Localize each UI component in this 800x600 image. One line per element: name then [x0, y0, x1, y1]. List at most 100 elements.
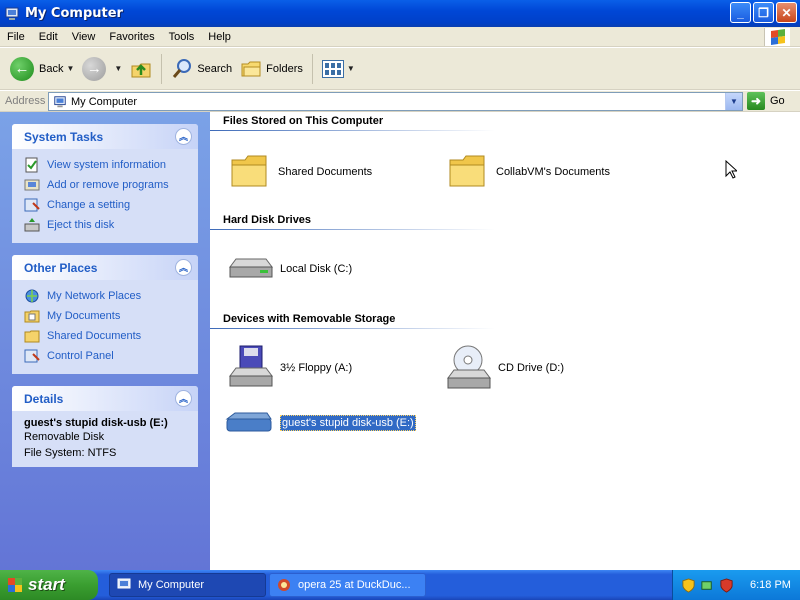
details-item-name: guest's stupid disk-usb (E:) [24, 417, 168, 429]
details-header[interactable]: Details ︽ [12, 386, 198, 411]
control-panel-icon [24, 198, 40, 212]
item-label: 3½ Floppy (A:) [280, 362, 353, 374]
removable-disk-icon [225, 412, 272, 432]
cd-drive-icon [447, 345, 491, 389]
task-eject-disk[interactable]: Eject this disk [24, 215, 190, 235]
item-label: guest's stupid disk-usb (E:) [280, 415, 416, 431]
start-button[interactable]: start [0, 570, 98, 600]
task-label: View system information [47, 159, 167, 171]
views-icon [321, 59, 344, 78]
back-label: Back [39, 62, 64, 75]
item-shared-documents[interactable]: Shared Documents [228, 150, 372, 194]
taskbar-item-opera[interactable]: opera 25 at DuckDuc... [269, 573, 426, 597]
item-local-disk-c[interactable]: Local Disk (C:) [226, 247, 352, 291]
item-usb-disk-e[interactable]: guest's stupid disk-usb (E:) [224, 407, 416, 439]
chevron-down-icon[interactable]: ▼ [66, 64, 74, 73]
other-places-title: Other Places [24, 260, 98, 275]
group-divider [210, 229, 495, 230]
views-button[interactable]: ▼ [318, 52, 359, 86]
item-cd-drive-d[interactable]: CD Drive (D:) [444, 344, 564, 392]
taskbar: start My Computer opera 25 at DuckDuc...… [0, 570, 800, 600]
system-info-icon [25, 157, 38, 173]
go-label: Go [770, 95, 785, 107]
toolbar-separator [311, 53, 313, 84]
item-collabvm-documents[interactable]: CollabVM's Documents [446, 150, 610, 194]
address-input[interactable]: My Computer ▼ [48, 92, 743, 111]
back-arrow-icon: ← [10, 56, 34, 81]
add-remove-programs-icon [24, 179, 40, 191]
place-my-documents[interactable]: My Documents [24, 306, 190, 326]
collapse-icon[interactable]: ︽ [175, 390, 192, 407]
menu-favorites[interactable]: Favorites [102, 27, 161, 47]
maximize-button[interactable]: ❐ [753, 2, 774, 23]
network-places-icon [25, 289, 39, 303]
task-view-system-information[interactable]: View system information [24, 155, 190, 175]
windows-logo-icon [8, 578, 22, 592]
search-label: Search [197, 62, 233, 75]
task-change-setting[interactable]: Change a setting [24, 195, 190, 215]
my-computer-icon [5, 7, 19, 20]
collapse-icon[interactable]: ︽ [175, 259, 192, 276]
system-tray: 6:18 PM [672, 570, 800, 600]
security-shield-icon[interactable] [681, 577, 696, 593]
menu-edit[interactable]: Edit [32, 27, 65, 47]
go-arrow-icon: ➜ [747, 92, 765, 110]
forward-button[interactable]: → ▼ [78, 52, 126, 86]
clock[interactable]: 6:18 PM [750, 579, 791, 591]
details-panel: Details ︽ guest's stupid disk-usb (E:) R… [12, 386, 198, 467]
up-button[interactable] [126, 52, 156, 86]
minimize-button[interactable]: _ [730, 2, 751, 23]
start-label: start [28, 575, 65, 594]
search-icon [173, 58, 192, 78]
go-button[interactable]: ➜ Go [747, 92, 785, 110]
place-shared-documents[interactable]: Shared Documents [24, 326, 190, 346]
my-computer-icon [117, 578, 131, 589]
menu-tools[interactable]: Tools [162, 27, 202, 47]
place-label: Shared Documents [47, 330, 142, 342]
windows-logo-icon [764, 28, 790, 46]
title-bar[interactable]: My Computer _ ❐ ✕ [0, 0, 800, 27]
network-icon[interactable] [700, 578, 715, 593]
chevron-down-icon[interactable]: ▼ [114, 64, 122, 73]
file-view: Files Stored on This Computer Shared Doc… [210, 112, 800, 570]
place-label: Control Panel [47, 350, 114, 362]
search-button[interactable]: Search [167, 52, 236, 86]
my-documents-icon [24, 310, 40, 323]
system-tasks-header[interactable]: System Tasks ︽ [12, 124, 198, 149]
item-floppy-a[interactable]: 3½ Floppy (A:) [226, 344, 352, 392]
group-divider [210, 130, 495, 131]
place-label: My Network Places [47, 290, 142, 302]
task-add-remove-programs[interactable]: Add or remove programs [24, 175, 190, 195]
details-filesystem: File System: NTFS [24, 447, 117, 459]
menu-file[interactable]: File [0, 27, 32, 47]
other-places-panel: Other Places ︽ My Network Places My Docu… [12, 255, 198, 374]
browser-icon [278, 579, 290, 591]
back-button[interactable]: ← Back ▼ [6, 52, 78, 86]
place-control-panel[interactable]: Control Panel [24, 346, 190, 366]
task-label: Add or remove programs [47, 179, 169, 191]
task-pane: System Tasks ︽ View system information A… [0, 112, 210, 570]
group-header-hard-disks: Hard Disk Drives [223, 214, 312, 226]
group-header-files-stored: Files Stored on This Computer [223, 115, 384, 127]
menu-help[interactable]: Help [201, 27, 238, 47]
menu-view[interactable]: View [65, 27, 103, 47]
other-places-header[interactable]: Other Places ︽ [12, 255, 198, 280]
taskbar-item-label: opera 25 at DuckDuc... [298, 579, 411, 591]
address-value: My Computer [71, 95, 138, 108]
forward-arrow-icon: → [82, 56, 107, 81]
address-dropdown-icon[interactable]: ▼ [725, 93, 742, 110]
folders-icon [241, 61, 261, 76]
place-my-network-places[interactable]: My Network Places [24, 286, 190, 306]
item-label: Shared Documents [278, 166, 373, 178]
my-computer-icon [54, 95, 66, 107]
eject-disk-icon [24, 218, 40, 232]
antivirus-icon[interactable] [719, 577, 734, 593]
folders-button[interactable]: Folders [236, 52, 307, 86]
details-item-type: Removable Disk [24, 431, 105, 443]
system-tasks-panel: System Tasks ︽ View system information A… [12, 124, 198, 243]
control-panel-icon [24, 349, 40, 363]
collapse-icon[interactable]: ︽ [175, 128, 192, 145]
taskbar-item-label: My Computer [138, 579, 205, 591]
taskbar-item-my-computer[interactable]: My Computer [109, 573, 266, 597]
close-button[interactable]: ✕ [776, 2, 797, 23]
